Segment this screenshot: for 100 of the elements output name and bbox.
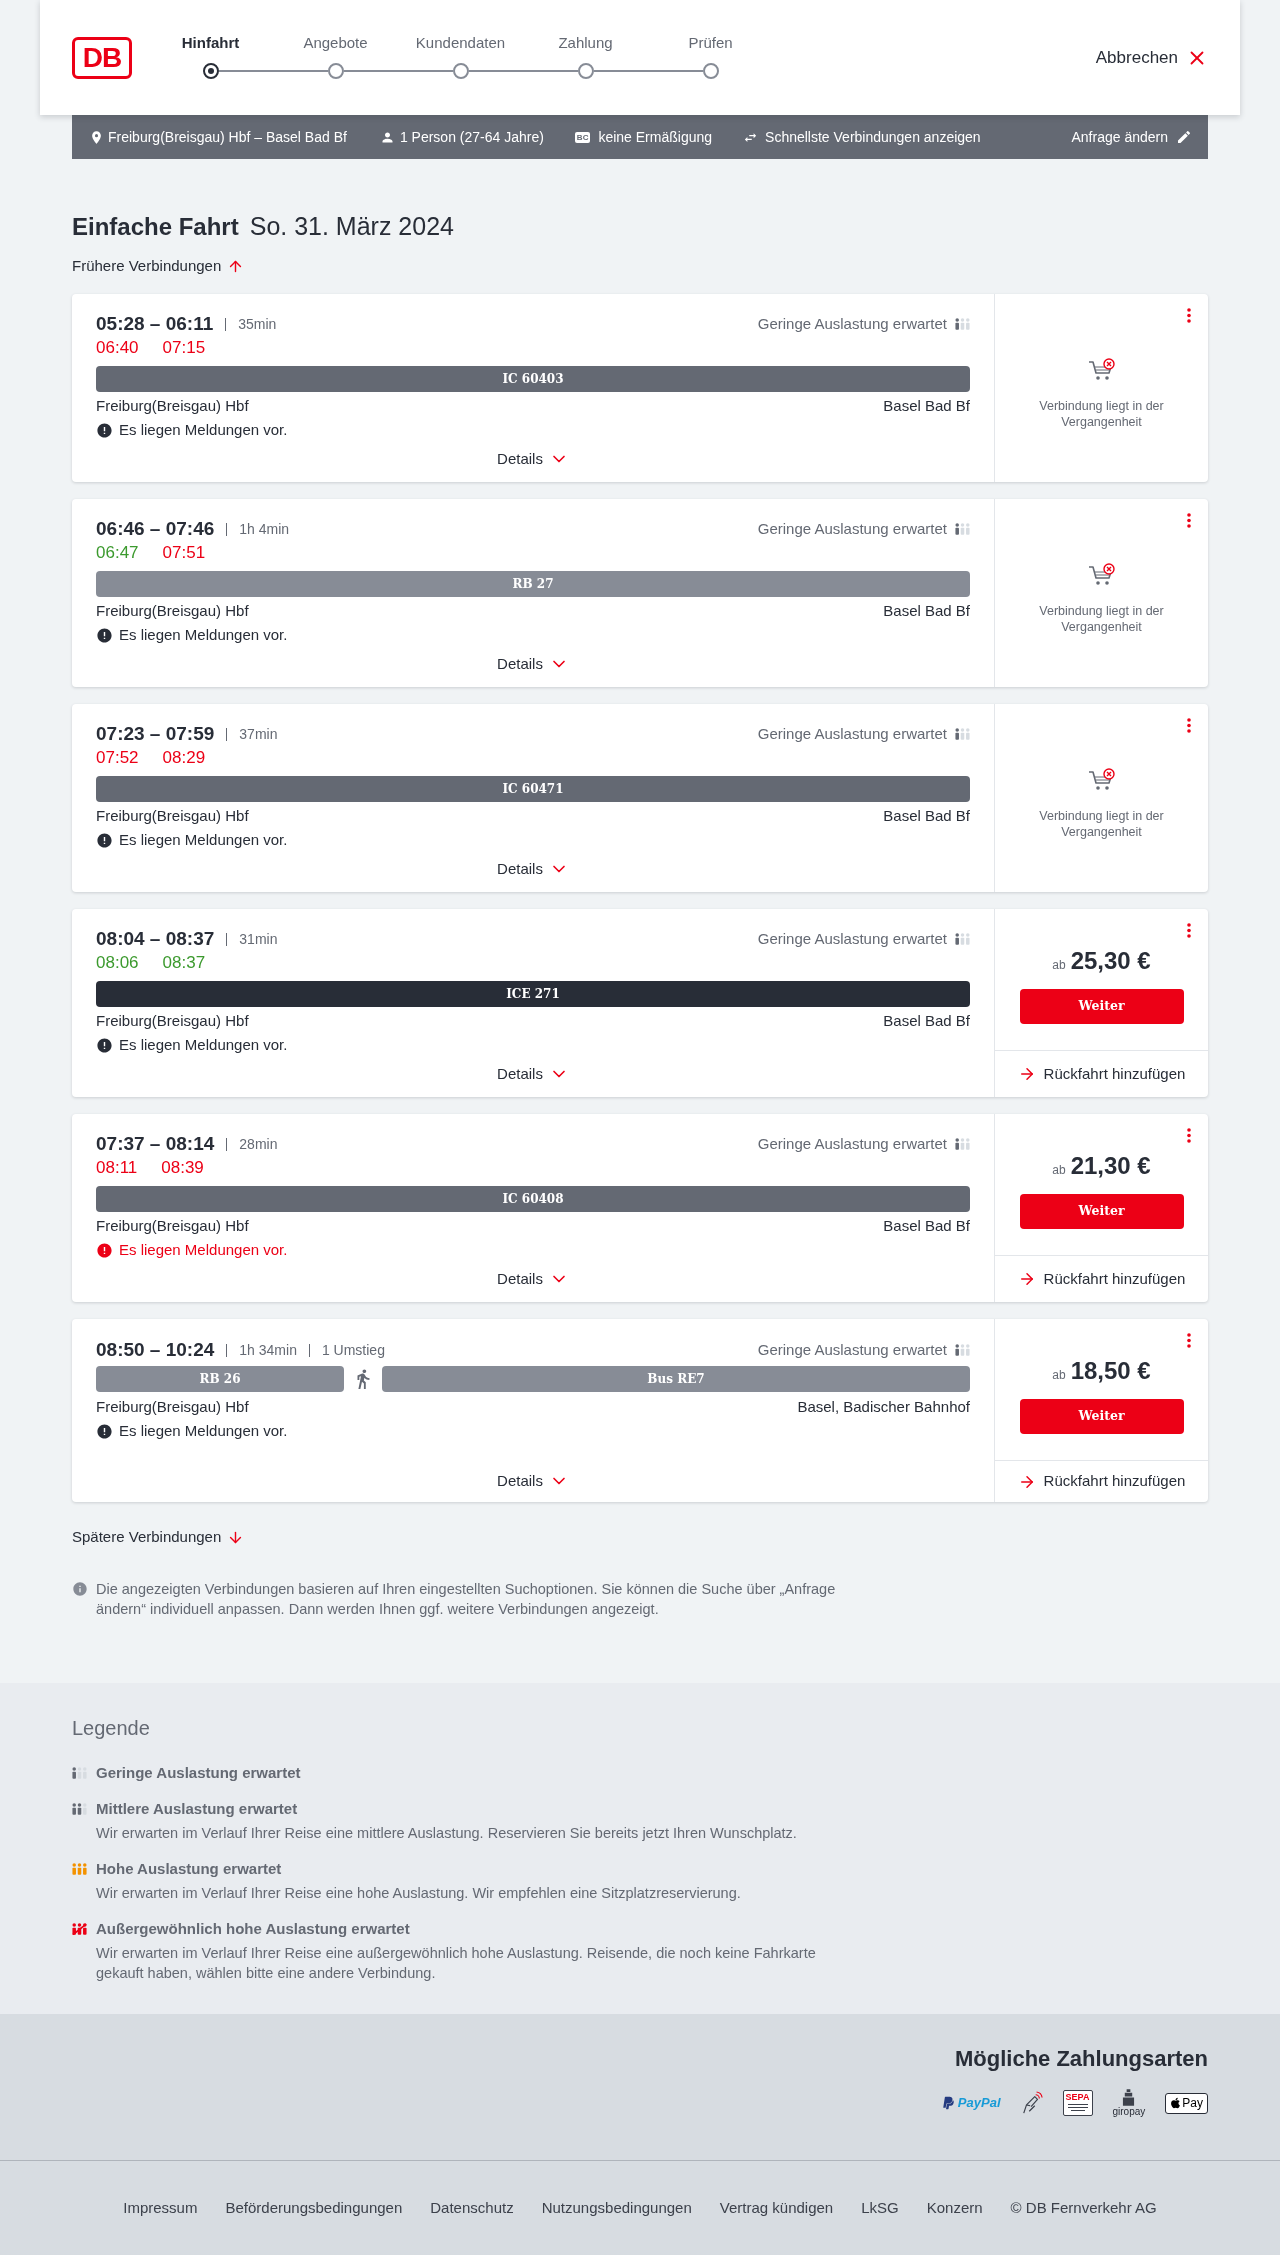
journey-duration: 37min [239,724,278,744]
legend-heading: Legende [72,1716,151,1741]
more-vertical-icon [1187,922,1191,938]
origin-station: Freiburg(Breisgau) Hbf [96,395,249,416]
destination-station: Basel Bad Bf [883,1215,970,1236]
more-vertical-icon [1187,512,1191,528]
train-bar: ICE 271 [96,981,970,1007]
origin-station: Freiburg(Breisgau) Hbf [96,600,249,621]
step-label: Zahlung [558,33,613,53]
realtime-arrival: 07:51 [162,542,206,565]
more-vertical-icon [1187,717,1191,733]
legend-item-description: Wir erwarten im Verlauf Ihrer Reise eine hohe Auslastung. Wir empfehlen eine Sitzplatzreservierung. [96,1884,742,1903]
notice-text: Es liegen Meldungen vor. [119,1034,288,1055]
cancel-button[interactable]: Abbrechen [1095,44,1208,71]
journey-duration: 1h 4min [239,519,290,539]
footer-link[interactable]: Nutzungsbedingungen [541,2196,692,2220]
more-vertical-icon [1187,1127,1191,1143]
footer-link[interactable]: Beförderungsbedingungen [225,2196,403,2220]
realtime-departure: 06:40 [96,337,139,360]
destination-station: Basel, Badischer Bahnhof [797,1396,970,1417]
realtime-arrival: 08:39 [161,1157,204,1180]
legend-item-title: Hohe Auslastung erwartet [96,1858,282,1879]
occupancy-label: Geringe Auslastung erwartet [757,313,947,334]
notice-text: Es liegen Meldungen vor. [119,1239,288,1260]
contactless-payment-icon [1020,2091,1043,2115]
departure-arrival-times: 05:28 – 06:11 [96,311,214,336]
footer-link[interactable]: Konzern [926,2196,983,2220]
details-toggle[interactable]: Details [497,1064,569,1084]
departure-arrival-times: 08:50 – 10:24 [96,1337,215,1362]
price-prefix: ab [1052,1367,1066,1384]
discount-card-label: BC [574,131,591,143]
cart-unavailable-icon [1087,768,1116,792]
realtime-arrival: 08:37 [162,952,206,975]
origin-station: Freiburg(Breisgau) Hbf [96,805,249,826]
footer-link[interactable]: Impressum [123,2196,198,2220]
building-icon [1122,2089,1136,2106]
journey-duration: 28min [239,1134,278,1154]
more-vertical-icon [1187,1332,1191,1348]
continue-button[interactable]: Weiter [1019,1194,1184,1229]
price: 21,30 € [1070,1151,1151,1181]
origin-station: Freiburg(Breisgau) Hbf [96,1215,249,1236]
add-return-trip-button[interactable]: Rückfahrt hinzufügen [995,1460,1208,1502]
later-connections-link[interactable]: Spätere Verbindungen [72,1527,245,1547]
destination-station: Basel Bad Bf [883,805,970,826]
footer-link[interactable]: © DB Fernverkehr AG [1010,2196,1157,2220]
origin-station: Freiburg(Breisgau) Hbf [96,1010,249,1031]
train-bar: RB 26 [96,1366,344,1392]
footer-link[interactable]: Datenschutz [430,2196,514,2220]
realtime-departure: 07:52 [96,747,139,770]
continue-button[interactable]: Weiter [1019,989,1184,1024]
legend-item-title: Geringe Auslastung erwartet [96,1762,301,1783]
footer-link[interactable]: LkSG [861,2196,899,2220]
occupancy-label: Geringe Auslastung erwartet [757,928,947,949]
departure-arrival-times: 07:23 – 07:59 [96,721,215,746]
route-summary: Freiburg(Breisgau) Hbf – Basel Bad Bf [108,127,347,147]
departure-arrival-times: 06:46 – 07:46 [96,516,215,541]
discount-summary: keine Ermäßigung [598,127,713,147]
details-toggle[interactable]: Details [497,1471,569,1491]
occupancy-icon [955,523,970,535]
price: 25,30 € [1070,946,1151,976]
realtime-departure: 06:47 [96,542,139,565]
destination-station: Basel Bad Bf [883,1010,970,1031]
add-return-trip-button[interactable]: Rückfahrt hinzufügen [995,1050,1208,1097]
occupancy-icon [72,1923,87,1935]
details-toggle[interactable]: Details [497,449,569,469]
earlier-connections-link[interactable]: Frühere Verbindungen [72,256,245,276]
cart-unavailable-icon [1087,358,1116,382]
origin-station: Freiburg(Breisgau) Hbf [96,1396,249,1417]
add-return-trip-button[interactable]: Rückfahrt hinzufügen [995,1255,1208,1302]
db-logo[interactable]: DB [72,37,132,79]
sepa-logo: SEPA [1062,2090,1093,2116]
train-bar: Bus RE7 [382,1366,970,1392]
realtime-departure: 08:11 [96,1157,138,1180]
payment-heading: Mögliche Zahlungsarten [954,2045,1208,2073]
notice-text: Es liegen Meldungen vor. [119,419,288,440]
destination-station: Basel Bad Bf [883,600,970,621]
details-toggle[interactable]: Details [497,859,569,879]
destination-station: Basel Bad Bf [883,395,970,416]
departure-arrival-times: 08:04 – 08:37 [96,926,215,951]
journey-duration: 1h 34min [239,1340,297,1360]
price-prefix: ab [1052,957,1066,974]
edit-request-button[interactable]: Anfrage ändern [1071,126,1192,148]
price-prefix: ab [1052,1162,1066,1179]
footer-link[interactable]: Vertrag kündigen [719,2196,834,2220]
step-label: Prüfen [688,33,733,53]
occupancy-icon [955,728,970,740]
occupancy-icon [72,1767,87,1779]
giropay-label: giropay [1112,2106,1146,2117]
continue-button[interactable]: Weiter [1019,1399,1184,1434]
transfer-count: 1 Umstieg [321,1340,385,1360]
more-vertical-icon [1187,307,1191,323]
past-connection-note: Verbindung liegt in der Vergangenheit [1038,398,1165,430]
journey-duration: 35min [238,314,277,334]
pencil-icon [1176,129,1192,145]
legend-item-description: Wir erwarten im Verlauf Ihrer Reise eine mittlere Auslastung. Reservieren Sie bereits jetzt Ihren Wunschplatz. [96,1824,798,1843]
trip-type-heading: Einfache Fahrt [72,212,239,242]
occupancy-icon [72,1803,87,1815]
occupancy-label: Geringe Auslastung erwartet [757,723,947,744]
details-toggle[interactable]: Details [497,1269,569,1289]
details-toggle[interactable]: Details [497,654,569,674]
